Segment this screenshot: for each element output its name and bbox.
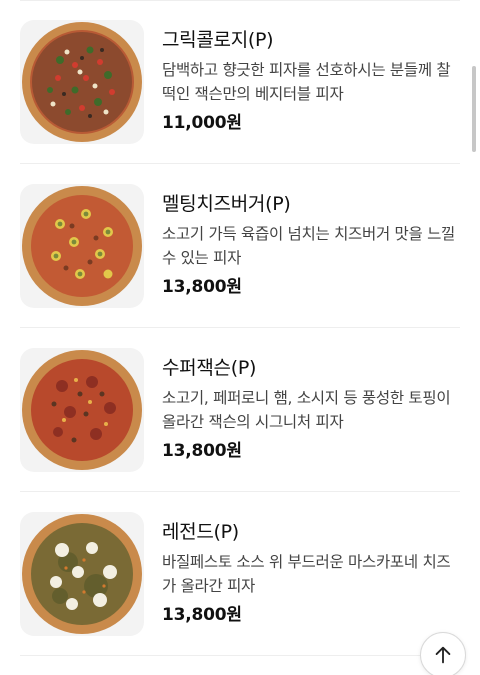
- menu-item-price: 13,800원: [162, 277, 242, 297]
- greek-veggie-pizza-icon: [20, 20, 144, 144]
- menu-item-name: 수퍼잭슨(P): [162, 357, 257, 379]
- menu-item-price: 13,800원: [162, 605, 242, 625]
- menu-item-name: 레전드(P): [162, 521, 239, 543]
- menu-item-super-jackson[interactable]: 수퍼잭슨(P) 소고기, 페퍼로니 햄, 소시지 등 풍성한 토핑이 올라간 잭…: [0, 328, 480, 492]
- scroll-to-top-button[interactable]: [420, 632, 466, 675]
- menu-item-legend[interactable]: 레전드(P) 바질페스토 소스 위 부드러운 마스카포네 치즈가 올라간 피자 …: [0, 492, 480, 656]
- basil-pesto-pizza-icon: [20, 512, 144, 636]
- menu-item-greekology[interactable]: 그릭콜로지(P) 담백하고 향긋한 피자를 선호하시는 분들께 찰떡인 잭슨만의…: [0, 0, 480, 164]
- menu-page: 그릭콜로지(P) 담백하고 향긋한 피자를 선호하시는 분들께 찰떡인 잭슨만의…: [0, 0, 480, 675]
- menu-item-description: 소고기, 페퍼로니 햄, 소시지 등 풍성한 토핑이 올라간 잭슨의 시그니처 …: [162, 389, 451, 431]
- menu-item-melting-cheeseburger[interactable]: 멜팅치즈버거(P) 소고기 가득 육즙이 넘치는 치즈버거 맛을 느낄 수 있는…: [0, 164, 480, 328]
- arrow-up-icon: [435, 646, 451, 664]
- menu-item-description: 바질페스토 소스 위 부드러운 마스카포네 치즈가 올라간 피자: [162, 553, 451, 595]
- scrollbar[interactable]: [472, 66, 476, 152]
- menu-item-description: 담백하고 향긋한 피자를 선호하시는 분들께 찰떡인 잭슨만의 베지터블 피자: [162, 61, 451, 103]
- menu-item-price: 11,000원: [162, 113, 242, 133]
- cheeseburger-pizza-icon: [20, 184, 144, 308]
- menu-item-description: 소고기 가득 육즙이 넘치는 치즈버거 맛을 느낄 수 있는 피자: [162, 225, 456, 267]
- item-divider: [20, 655, 460, 656]
- menu-item-name: 그릭콜로지(P): [162, 29, 274, 51]
- menu-item-name: 멜팅치즈버거(P): [162, 193, 291, 215]
- supreme-pizza-icon: [20, 348, 144, 472]
- menu-item-price: 13,800원: [162, 441, 242, 461]
